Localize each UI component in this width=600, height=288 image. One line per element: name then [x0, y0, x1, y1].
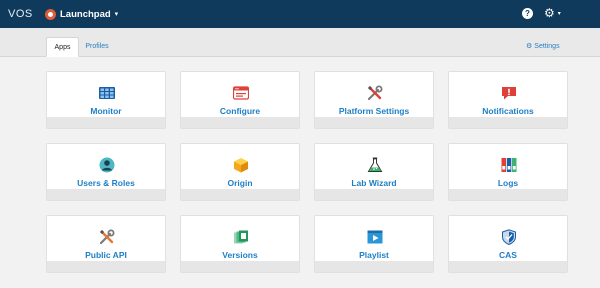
- app-card-label: Versions: [222, 250, 258, 260]
- shield-icon: [502, 229, 516, 245]
- settings-menu-button[interactable]: ⚙ ▾: [544, 6, 561, 20]
- card-footer: [315, 261, 433, 272]
- user-avatar-icon: [99, 157, 115, 173]
- alert-bubble-icon: [502, 87, 516, 100]
- flask-icon: [367, 157, 383, 172]
- browser-window-icon: [233, 86, 249, 100]
- stacked-pages-icon: [234, 230, 248, 244]
- chevron-down-icon: ▾: [114, 11, 119, 18]
- app-card-versions[interactable]: Versions: [180, 215, 300, 273]
- app-card-notifications[interactable]: Notifications: [448, 71, 568, 129]
- launchpad-logo-icon: [45, 8, 56, 20]
- card-footer: [181, 189, 299, 200]
- app-card-public-api[interactable]: Public API: [46, 215, 166, 273]
- app-card-users-roles[interactable]: Users & Roles: [46, 143, 166, 201]
- settings-link-label: Settings: [534, 42, 560, 50]
- app-card-label: Configure: [219, 106, 261, 116]
- app-card-label: Users & Roles: [77, 178, 135, 188]
- binders-icon: [501, 158, 517, 172]
- card-footer: [47, 117, 165, 128]
- app-card-label: Logs: [497, 178, 519, 188]
- app-card-origin[interactable]: Origin: [180, 143, 300, 201]
- card-footer: [315, 117, 433, 128]
- monitor-grid-icon: [99, 87, 115, 99]
- wrench-screwdriver-icon: [99, 229, 115, 245]
- app-card-label: Origin: [227, 178, 253, 188]
- card-footer: [47, 189, 165, 200]
- tab-bar: Apps Profiles ⚙ Settings: [0, 28, 600, 57]
- app-card-configure[interactable]: Configure: [180, 71, 300, 129]
- card-footer: [181, 261, 299, 272]
- wrench-screwdriver-icon: [367, 85, 383, 101]
- app-card-lab-wizard[interactable]: Lab Wizard: [314, 143, 434, 201]
- vos-logo: VOS: [8, 8, 33, 20]
- settings-link[interactable]: ⚙ Settings: [526, 42, 560, 51]
- card-footer: [449, 261, 567, 272]
- app-switcher[interactable]: Launchpad ▾: [45, 5, 118, 23]
- card-footer: [47, 261, 165, 272]
- app-card-label: Lab Wizard: [351, 178, 397, 188]
- play-list-icon: [367, 230, 383, 244]
- chevron-down-icon: ▾: [557, 10, 561, 17]
- app-card-label: Notifications: [482, 106, 534, 116]
- app-card-label: Platform Settings: [338, 106, 410, 116]
- app-card-monitor[interactable]: Monitor: [46, 71, 166, 129]
- app-card-playlist[interactable]: Playlist: [314, 215, 434, 273]
- app-card-cas[interactable]: CAS: [448, 215, 568, 273]
- app-card-label: Monitor: [90, 106, 122, 116]
- tab-apps[interactable]: Apps: [46, 37, 79, 57]
- gear-icon: ⚙: [544, 6, 555, 20]
- top-navbar: VOS Launchpad ▾ ? ⚙ ▾: [0, 0, 600, 28]
- app-card-platform-settings[interactable]: Platform Settings: [314, 71, 434, 129]
- card-footer: [449, 189, 567, 200]
- card-footer: [449, 117, 567, 128]
- app-name: Launchpad: [60, 8, 111, 20]
- app-card-label: Playlist: [359, 250, 389, 260]
- app-card-label: CAS: [499, 250, 517, 260]
- help-icon[interactable]: ?: [522, 8, 533, 19]
- card-footer: [315, 189, 433, 200]
- app-card-label: Public API: [85, 250, 127, 260]
- card-footer: [181, 117, 299, 128]
- tab-profiles[interactable]: Profiles: [82, 37, 112, 57]
- app-card-logs[interactable]: Logs: [448, 143, 568, 201]
- gear-icon: ⚙: [526, 43, 533, 50]
- cube-icon: [234, 158, 248, 173]
